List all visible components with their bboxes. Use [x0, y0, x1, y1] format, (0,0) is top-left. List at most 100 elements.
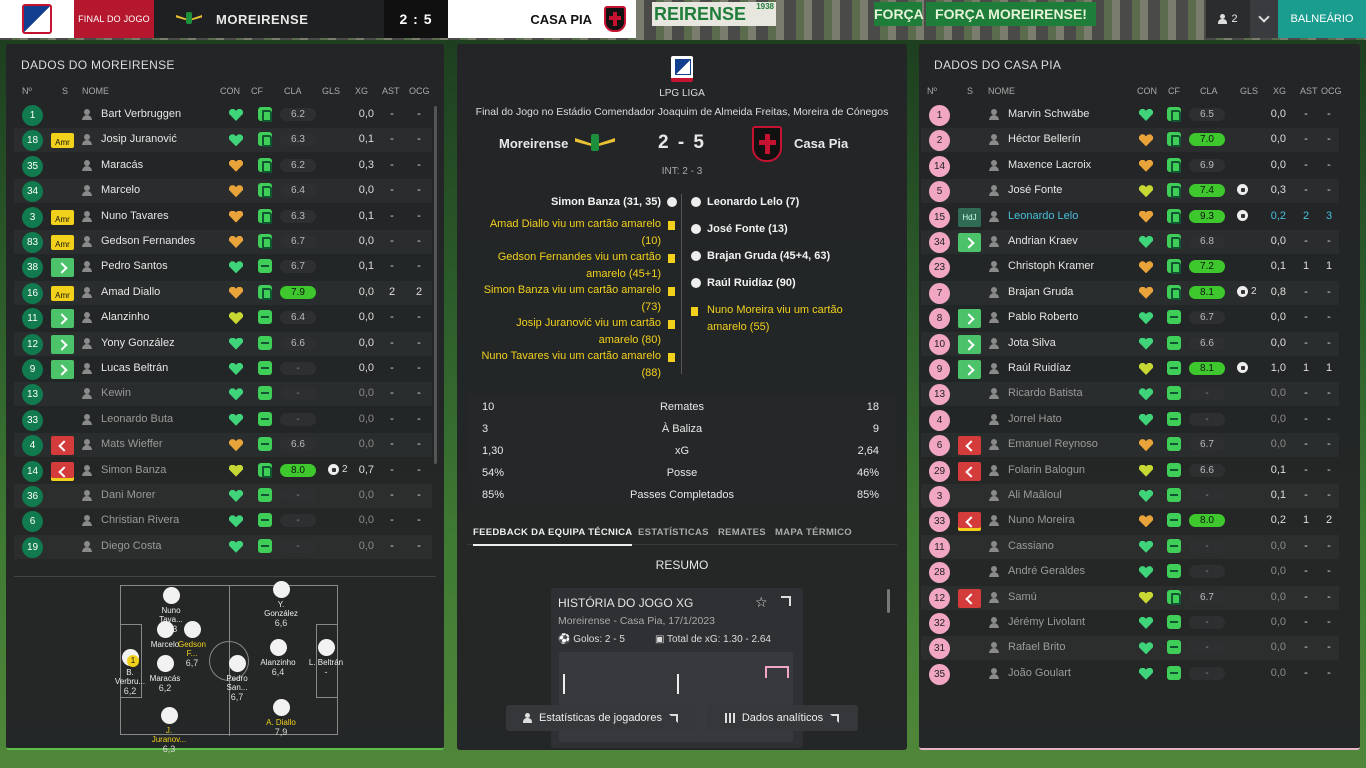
pitch-player[interactable]: Alanzinho 6,4 — [258, 639, 298, 677]
player-name[interactable]: Jérémy Livolant — [1008, 616, 1085, 628]
pitch-player[interactable]: L. Beltrán - — [306, 639, 346, 677]
player-name[interactable]: Lucas Beltrán — [101, 362, 168, 374]
table-row[interactable]: 34 Andrian Kraev 6.8 0,0 - - — [921, 230, 1339, 254]
table-row[interactable]: 11 Alanzinho 6.4 0,0 - - — [14, 306, 432, 330]
table-row[interactable]: 13 Kewin - 0,0 - - — [14, 382, 432, 406]
table-row[interactable]: 9 Lucas Beltrán - 0,0 - - — [14, 357, 432, 381]
table-row[interactable]: 34 Marcelo 6.4 0,0 - - — [14, 179, 432, 203]
col-number[interactable]: Nº — [22, 86, 32, 96]
player-name[interactable]: Jorrel Hato — [1008, 413, 1062, 425]
away-team-label[interactable]: Casa Pia — [794, 136, 848, 151]
table-row[interactable]: 11 Cassiano - 0,0 - - — [921, 535, 1339, 559]
col-condition[interactable]: CON — [1137, 86, 1157, 96]
tab-feedback[interactable]: FEEDBACK DA EQUIPA TÉCNICA — [473, 527, 633, 546]
player-name[interactable]: Ali Maâloul — [1008, 489, 1062, 501]
player-name[interactable]: Gedson Fernandes — [101, 235, 195, 247]
col-condition[interactable]: CON — [220, 86, 240, 96]
table-row[interactable]: 15 HdJ Leonardo Lelo 9.3 0,2 2 3 — [921, 205, 1339, 229]
table-row[interactable]: 10 Jota Silva 6.6 0,0 - - — [921, 332, 1339, 356]
player-name[interactable]: Nuno Tavares — [101, 210, 169, 222]
player-name[interactable]: Leonardo Buta — [101, 413, 173, 425]
col-rating[interactable]: CLA — [1200, 86, 1218, 96]
table-row[interactable]: 5 José Fonte 7.4 0,3 - - — [921, 179, 1339, 203]
player-name[interactable]: Emanuel Reynoso — [1008, 438, 1098, 450]
table-row[interactable]: 1 Bart Verbruggen 6.2 0,0 - - — [14, 103, 432, 127]
player-name[interactable]: Pedro Santos — [101, 260, 168, 272]
player-name[interactable]: Brajan Gruda — [1008, 286, 1073, 298]
player-name[interactable]: Kewin — [101, 387, 131, 399]
player-name[interactable]: Christoph Kramer — [1008, 260, 1094, 272]
col-rating[interactable]: CLA — [284, 86, 302, 96]
col-status[interactable]: S — [62, 86, 68, 96]
pitch-player[interactable]: J. Juranov... 6,3 — [149, 707, 189, 754]
col-assists[interactable]: AST — [1300, 86, 1318, 96]
player-name[interactable]: Pablo Roberto — [1008, 311, 1078, 323]
table-row[interactable]: 4 Jorrel Hato - 0,0 - - — [921, 408, 1339, 432]
table-row[interactable]: 6 Christian Rivera - 0,0 - - — [14, 509, 432, 533]
table-row[interactable]: 12 Yony González 6.6 0,0 - - — [14, 332, 432, 356]
table-row[interactable]: 8 Pablo Roberto 6.7 0,0 - - — [921, 306, 1339, 330]
table-row[interactable]: 3 Amr Nuno Tavares 6.3 0,1 - - — [14, 205, 432, 229]
table-row[interactable]: 3 Ali Maâloul - 0,1 - - — [921, 484, 1339, 508]
home-team-header[interactable]: MOREIRENSE — [154, 0, 384, 38]
table-row[interactable]: 7 Brajan Gruda 8.1 2 0,8- - — [921, 281, 1339, 305]
tab-stats[interactable]: ESTATÍSTICAS — [638, 527, 709, 538]
menu-dropdown-button[interactable] — [1250, 0, 1278, 38]
col-form[interactable]: CF — [251, 86, 263, 96]
table-row[interactable]: 33 Nuno Moreira 8.0 0,2 1 2 — [921, 509, 1339, 533]
analytics-button[interactable]: Dados analíticos — [706, 705, 858, 731]
col-goals[interactable]: GLS — [1240, 86, 1258, 96]
col-goals[interactable]: GLS — [322, 86, 340, 96]
pitch-player[interactable]: Pedro San... 6,7 — [217, 655, 257, 702]
player-stats-button[interactable]: Estatísticas de jogadores — [506, 705, 695, 731]
player-name[interactable]: Marcelo — [101, 184, 140, 196]
table-row[interactable]: 31 Rafael Brito - 0,0 - - — [921, 636, 1339, 660]
table-row[interactable]: 1 Marvin Schwäbe 6.5 0,0 - - — [921, 103, 1339, 127]
player-name[interactable]: Mats Wieffer — [101, 438, 163, 450]
table-row[interactable]: 36 Dani Morer - 0,0 - - — [14, 484, 432, 508]
star-icon[interactable]: ☆ — [755, 594, 768, 611]
player-name[interactable]: Héctor Bellerín — [1008, 133, 1081, 145]
table-row[interactable]: 14 Maxence Lacroix 6.9 0,0 - - — [921, 154, 1339, 178]
col-form[interactable]: CF — [1168, 86, 1180, 96]
player-name[interactable]: Bart Verbruggen — [101, 108, 181, 120]
col-name[interactable]: NOME — [988, 86, 1015, 96]
player-name[interactable]: Amad Diallo — [101, 286, 160, 298]
table-row[interactable]: 6 Emanuel Reynoso 6.7 0,0 - - — [921, 433, 1339, 457]
table-row[interactable]: 4 Mats Wieffer 6.6 0,0 - - — [14, 433, 432, 457]
col-name[interactable]: NOME — [82, 86, 109, 96]
tab-shots[interactable]: REMATES — [718, 527, 766, 538]
player-name[interactable]: Alanzinho — [101, 311, 149, 323]
player-name[interactable]: Leonardo Lelo — [1008, 210, 1078, 222]
table-row[interactable]: 33 Leonardo Buta - 0,0 - - — [14, 408, 432, 432]
table-row[interactable]: 19 Diego Costa - 0,0 - - — [14, 535, 432, 559]
pitch-player[interactable]: Maracás 6,2 — [145, 655, 185, 693]
player-name[interactable]: João Goulart — [1008, 667, 1071, 679]
player-name[interactable]: Raúl Ruidíaz — [1008, 362, 1071, 374]
player-name[interactable]: Diego Costa — [101, 540, 162, 552]
player-name[interactable]: Ricardo Batista — [1008, 387, 1083, 399]
table-row[interactable]: 38 Pedro Santos 6.7 0,1 - - — [14, 255, 432, 279]
table-row[interactable]: 32 Jérémy Livolant - 0,0 - - — [921, 611, 1339, 635]
online-users-button[interactable]: 2 — [1206, 0, 1250, 38]
player-name[interactable]: Josip Juranović — [101, 133, 177, 145]
col-assists[interactable]: AST — [382, 86, 400, 96]
table-row[interactable]: 35 João Goulart - 0,0 - - — [921, 662, 1339, 686]
away-team-header[interactable]: CASA PIA — [448, 0, 636, 38]
player-name[interactable]: Maxence Lacroix — [1008, 159, 1091, 171]
table-row[interactable]: 16 Amr Amad Diallo 7.9 0,0 2 2 — [14, 281, 432, 305]
col-xg[interactable]: XG — [355, 86, 368, 96]
player-name[interactable]: Jota Silva — [1008, 337, 1056, 349]
table-row[interactable]: 12 Samú 6.7 0,0 - - — [921, 586, 1339, 610]
player-name[interactable]: Samú — [1008, 591, 1037, 603]
col-status[interactable]: S — [967, 86, 973, 96]
scrollbar[interactable] — [887, 589, 890, 613]
player-name[interactable]: Christian Rivera — [101, 514, 179, 526]
col-number[interactable]: Nº — [927, 86, 937, 96]
col-chances[interactable]: OCG — [409, 86, 430, 96]
player-name[interactable]: Andrian Kraev — [1008, 235, 1078, 247]
player-name[interactable]: Yony González — [101, 337, 175, 349]
pitch-player[interactable]: A. Diallo 7,9 — [261, 699, 301, 737]
player-name[interactable]: Nuno Moreira — [1008, 514, 1075, 526]
table-row[interactable]: 83 Amr Gedson Fernandes 6.7 0,0 - - — [14, 230, 432, 254]
